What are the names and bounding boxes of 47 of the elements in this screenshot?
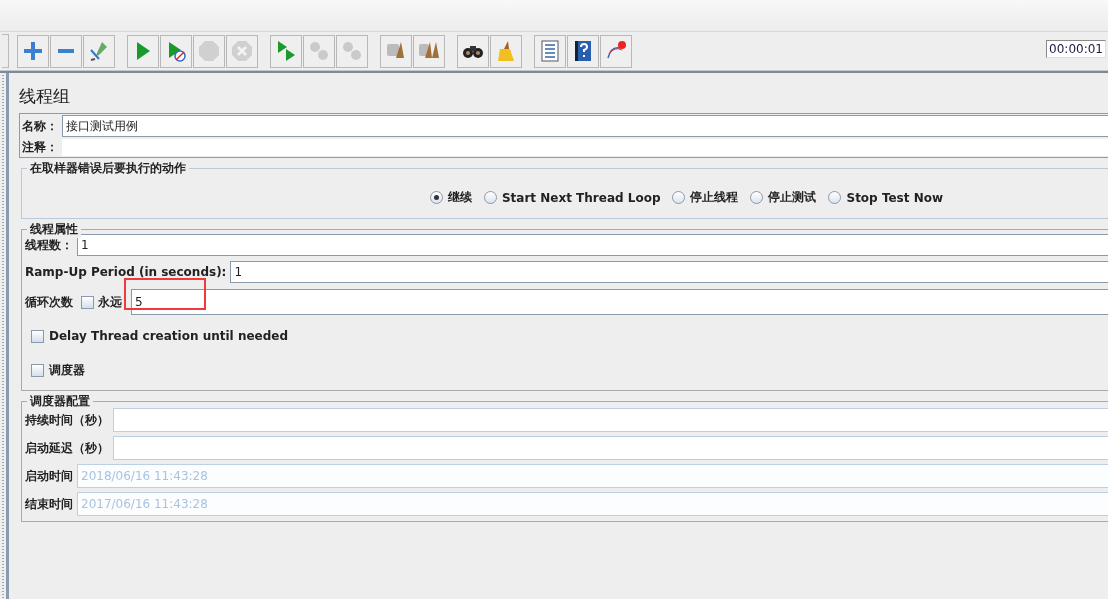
input-field[interactable]: 1 bbox=[77, 234, 1108, 256]
name-field[interactable]: 接口测试用例 bbox=[62, 115, 1108, 137]
field-label: 持续时间（秒） bbox=[25, 411, 109, 429]
field-label: Ramp-Up Period (in seconds): bbox=[25, 265, 227, 279]
field-label: 线程数： bbox=[25, 236, 73, 254]
checkbox-label: Delay Thread creation until needed bbox=[49, 329, 289, 343]
comments-field[interactable] bbox=[62, 139, 1108, 156]
checkbox-label: 调度器 bbox=[49, 362, 85, 379]
group-title: 线程属性 bbox=[27, 221, 81, 238]
field-label: 结束时间 bbox=[25, 495, 73, 513]
field-label: 注释： bbox=[22, 139, 58, 156]
radio-button[interactable] bbox=[672, 191, 686, 204]
input-field[interactable] bbox=[113, 436, 1108, 460]
pipette-icon bbox=[88, 40, 110, 62]
input-field[interactable]: 1 bbox=[230, 261, 1108, 283]
minus-icon bbox=[58, 49, 74, 53]
radio-button[interactable] bbox=[429, 191, 443, 204]
radio-button[interactable] bbox=[483, 191, 497, 204]
field-label: 启动时间 bbox=[25, 467, 73, 485]
group-title: 调度器配置 bbox=[27, 393, 93, 410]
toolbar-edge bbox=[2, 34, 9, 68]
toolbar-button[interactable] bbox=[567, 34, 599, 68]
option-label[interactable]: 继续 bbox=[447, 189, 472, 206]
group-title: 在取样器错误后要执行的动作 bbox=[27, 160, 189, 177]
checkbox[interactable] bbox=[31, 329, 44, 343]
field-label: 启动延迟（秒） bbox=[25, 439, 109, 457]
input-field[interactable]: 5 bbox=[131, 289, 1108, 315]
radio-button[interactable] bbox=[750, 191, 764, 204]
plus-icon bbox=[22, 40, 44, 62]
toolbar-button[interactable] bbox=[457, 34, 489, 68]
play-icon bbox=[275, 40, 297, 62]
option-label[interactable]: Stop Test Now bbox=[846, 190, 944, 205]
panel-title: 线程组 bbox=[19, 85, 71, 107]
field-label: 循环次数 bbox=[25, 293, 73, 311]
checkbox[interactable] bbox=[31, 364, 44, 377]
option-label[interactable]: Start Next Thread Loop bbox=[501, 190, 661, 205]
timer-display: 00:00:01 bbox=[1046, 40, 1106, 58]
radio-button[interactable] bbox=[828, 191, 842, 204]
list-icon bbox=[539, 40, 561, 62]
checkbox-label: 永远 bbox=[98, 293, 122, 311]
option-label[interactable]: 停止测试 bbox=[768, 189, 817, 206]
option-label[interactable]: 停止线程 bbox=[690, 189, 739, 206]
checkbox[interactable] bbox=[81, 295, 94, 309]
splitter-bar[interactable] bbox=[0, 73, 9, 599]
help-icon bbox=[572, 40, 594, 62]
field-label: 名称： bbox=[22, 117, 58, 135]
input-field[interactable] bbox=[113, 408, 1108, 432]
